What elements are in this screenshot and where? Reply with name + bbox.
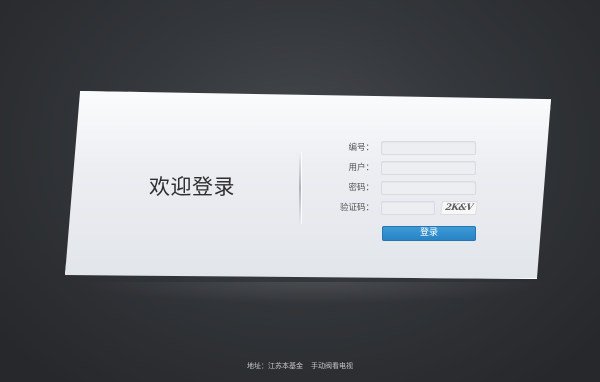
password-field[interactable] (381, 181, 476, 195)
number-field[interactable] (381, 141, 476, 155)
password-label: 密码： (348, 183, 374, 193)
number-label: 编号： (348, 143, 374, 153)
footer-address: 地址：江苏本基金 (247, 362, 303, 370)
card-reflection (80, 282, 550, 304)
captcha-label: 验证码： (339, 203, 374, 213)
divider (299, 152, 301, 224)
username-field[interactable] (381, 161, 476, 175)
login-card (65, 91, 551, 279)
captcha-field[interactable] (381, 201, 435, 215)
footer: 地址：江苏本基金 手动阀看电视 (0, 361, 600, 371)
login-button[interactable]: 登录 (382, 226, 476, 241)
user-label: 用户： (348, 163, 374, 173)
footer-company: 手动阀看电视 (311, 362, 353, 370)
welcome-title: 欢迎登录 (149, 175, 235, 199)
captcha-image[interactable]: 2K&V (440, 201, 478, 215)
